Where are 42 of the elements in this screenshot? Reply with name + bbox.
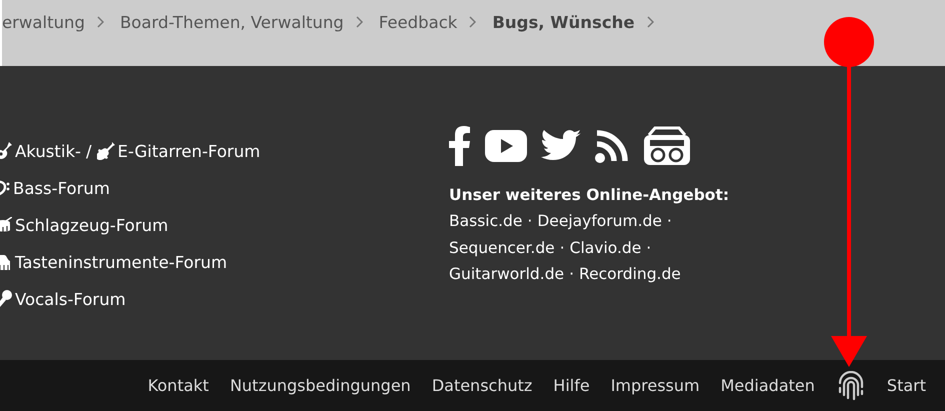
- footer-link[interactable]: Start: [886, 376, 926, 395]
- forum-link[interactable]: Akustik-: [0, 142, 81, 160]
- separator: ·: [560, 238, 565, 258]
- footer-link[interactable]: Nutzungsbedingungen: [230, 376, 411, 395]
- footer-link[interactable]: Kontakt: [148, 376, 209, 395]
- bass-clef-icon: [0, 180, 10, 196]
- separator: ·: [646, 238, 652, 258]
- forum-link[interactable]: Schlagzeug-Forum: [0, 216, 168, 234]
- radio-icon[interactable]: [643, 126, 691, 166]
- separator: ·: [527, 211, 532, 232]
- separator: ·: [569, 264, 574, 285]
- footer-link[interactable]: Hilfe: [553, 376, 590, 395]
- youtube-icon[interactable]: [485, 130, 527, 162]
- forum-link[interactable]: Vocals-Forum: [0, 290, 126, 308]
- breadcrumb-link[interactable]: Bugs, Wünsche: [492, 12, 635, 32]
- chevron-icon: [96, 16, 104, 28]
- separator: /: [86, 142, 92, 160]
- breadcrumb-link[interactable]: Board-Themen, Verwaltung: [120, 12, 344, 32]
- site-link[interactable]: Sequencer.de: [449, 234, 555, 261]
- site-link[interactable]: Guitarworld.de: [449, 261, 564, 288]
- forum-link[interactable]: Tasteninstrumente-Forum: [0, 252, 228, 272]
- bird-icon[interactable]: [541, 129, 581, 163]
- footer-link[interactable]: Impressum: [610, 376, 700, 395]
- guitar-icon: [96, 142, 115, 160]
- site-link[interactable]: Deejayforum.de: [537, 208, 662, 234]
- breadcrumb-link[interactable]: erwaltung: [2, 12, 85, 32]
- site-link[interactable]: Bassic.de: [449, 208, 522, 234]
- offer-heading: Unser weiteres Online-Angebot:: [449, 185, 730, 206]
- chevron-icon: [646, 16, 654, 28]
- microphone-icon: [0, 290, 12, 308]
- site-link[interactable]: Clavio.de: [570, 234, 642, 261]
- facebook-icon[interactable]: [449, 126, 471, 166]
- chevron-icon: [356, 16, 363, 28]
- rss-icon[interactable]: [595, 129, 629, 163]
- chevron-icon: [469, 16, 476, 28]
- separator: ·: [666, 211, 672, 232]
- footer-link[interactable]: Mediadaten: [720, 376, 815, 395]
- footer-link[interactable]: Datenschutz: [432, 376, 532, 395]
- forum-link[interactable]: Bass-Forum: [0, 178, 110, 198]
- breadcrumb-link[interactable]: Feedback: [378, 12, 458, 32]
- site-link[interactable]: Recording.de: [579, 261, 681, 288]
- forum-link[interactable]: E-Gitarren-Forum: [96, 142, 260, 160]
